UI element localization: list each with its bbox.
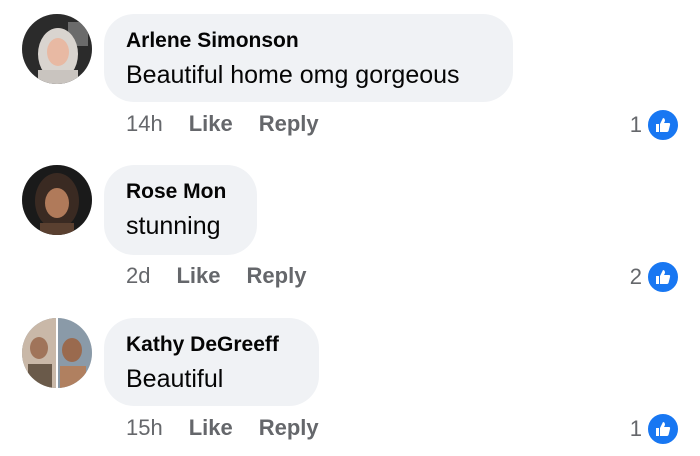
comment: Rose Mon stunning 2d Like Reply 2 <box>0 152 700 304</box>
reaction-summary[interactable]: 1 <box>630 412 680 446</box>
thumbs-up-icon <box>646 260 680 294</box>
reaction-summary[interactable]: 2 <box>630 260 680 294</box>
comment: Arlene Simonson Beautiful home omg gorge… <box>0 0 700 152</box>
comment-time[interactable]: 15h <box>126 415 163 440</box>
reaction-count: 1 <box>629 416 642 441</box>
thumbs-up-icon <box>646 412 680 446</box>
comment-time[interactable]: 14h <box>126 111 163 136</box>
comment-text: stunning <box>126 212 221 240</box>
comment-actions: 15h Like Reply <box>126 414 345 442</box>
comment-author[interactable]: Arlene Simonson <box>126 28 491 54</box>
reply-button[interactable]: Reply <box>259 415 319 440</box>
reaction-summary[interactable]: 1 <box>630 108 680 142</box>
comment-author[interactable]: Kathy DeGreeff <box>126 332 297 358</box>
reply-button[interactable]: Reply <box>259 111 319 136</box>
comment-time[interactable]: 2d <box>126 263 150 288</box>
avatar[interactable] <box>22 318 92 388</box>
like-button[interactable]: Like <box>176 263 220 288</box>
like-button[interactable]: Like <box>189 415 233 440</box>
comment-author[interactable]: Rose Mon <box>126 179 235 205</box>
like-button[interactable]: Like <box>189 111 233 136</box>
comment-bubble: Arlene Simonson Beautiful home omg gorge… <box>104 14 513 102</box>
reaction-count: 2 <box>629 264 642 289</box>
comment-text: Beautiful home omg gorgeous <box>126 61 460 89</box>
comment-bubble: Rose Mon stunning <box>104 165 257 255</box>
comment: Kathy DeGreeff Beautiful 15h Like Reply 1 <box>0 304 700 456</box>
thumbs-up-icon <box>646 108 680 142</box>
avatar[interactable] <box>22 14 92 84</box>
comment-actions: 2d Like Reply <box>126 262 332 290</box>
reply-button[interactable]: Reply <box>247 263 307 288</box>
reaction-count: 1 <box>629 112 642 137</box>
comment-bubble: Kathy DeGreeff Beautiful <box>104 318 319 406</box>
comment-actions: 14h Like Reply <box>126 110 345 138</box>
comment-text: Beautiful <box>126 365 224 393</box>
avatar[interactable] <box>22 165 92 235</box>
